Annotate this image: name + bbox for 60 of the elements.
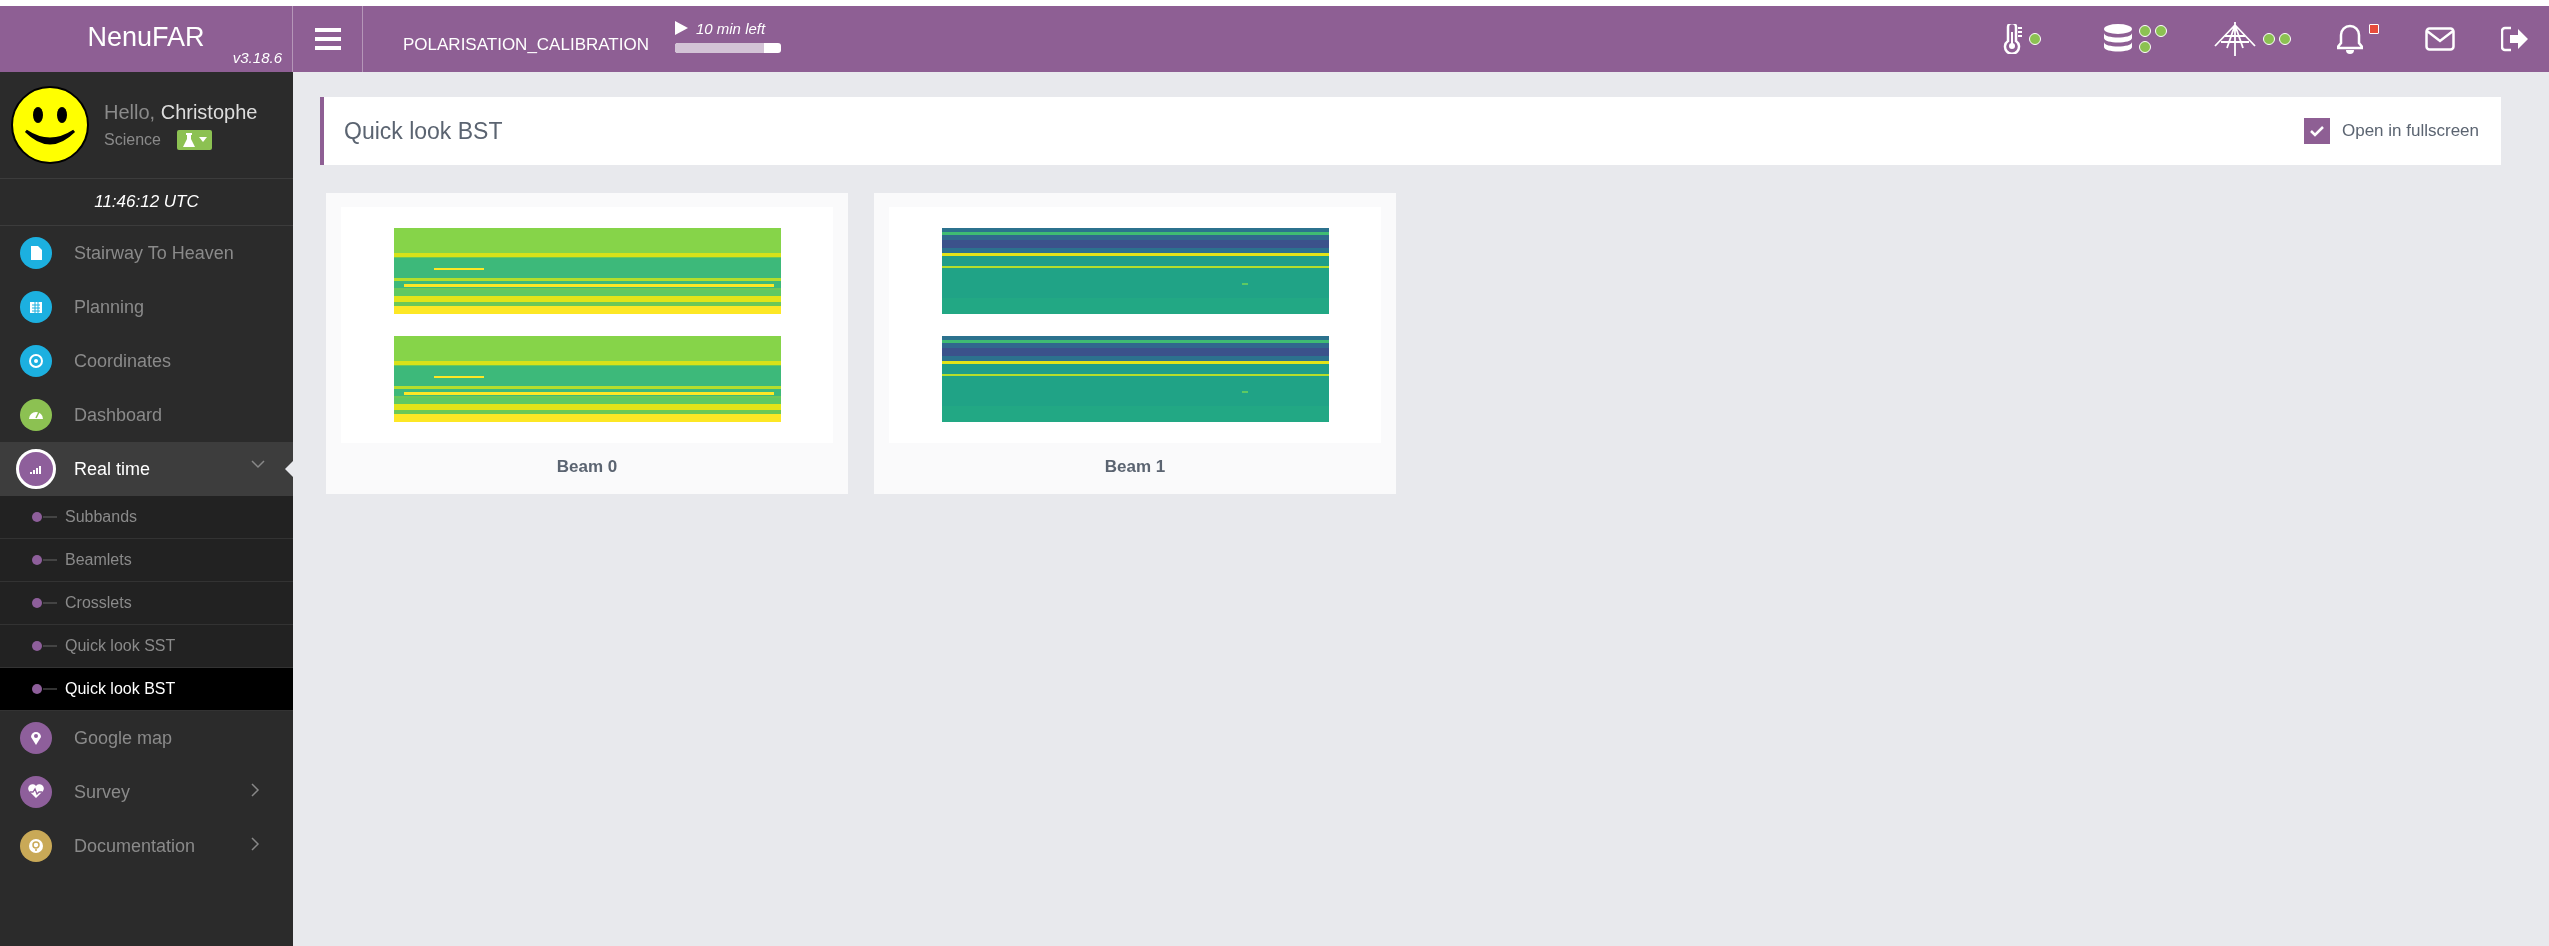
check-icon — [2309, 125, 2324, 137]
heartbeat-icon — [28, 784, 44, 800]
sidebar-label: Stairway To Heaven — [74, 242, 234, 264]
flask-icon — [181, 132, 196, 147]
submenu-label: Quick look SST — [65, 637, 176, 655]
role-label: Science — [104, 130, 161, 149]
submenu-item[interactable]: Subbands — [0, 496, 293, 539]
page-title: Quick look BST — [344, 117, 503, 145]
submenu-item[interactable]: Quick look SST — [0, 625, 293, 668]
sidebar-item[interactable]: Coordinates — [0, 334, 293, 388]
sidebar-label: Coordinates — [74, 350, 172, 372]
bell-icon[interactable] — [2337, 24, 2363, 54]
calendar-icon — [28, 299, 44, 315]
sidebar-item[interactable]: Stairway To Heaven — [0, 226, 293, 280]
submenu-label: Crosslets — [65, 594, 132, 612]
sidebar-label: Planning — [74, 296, 145, 318]
session-name: POLARISATION_CALIBRATION — [403, 35, 649, 55]
sidebar-item[interactable]: Dashboard — [0, 388, 293, 442]
antenna-icon[interactable] — [2213, 22, 2257, 56]
sidebar-label: Documentation — [74, 835, 196, 857]
bullet-icon — [31, 511, 57, 523]
play-icon — [674, 21, 688, 35]
caret-icon — [198, 137, 207, 142]
sidebar-label: Real time — [74, 458, 151, 480]
bullet-icon — [31, 683, 57, 695]
sidebar-label: Survey — [74, 781, 131, 803]
role-dropdown-button[interactable] — [176, 129, 212, 150]
submenu-label: Quick look BST — [65, 680, 176, 698]
sidebar-label: Google map — [74, 727, 173, 749]
submenu-label: Subbands — [65, 508, 138, 526]
thermometer-icon[interactable] — [2001, 24, 2023, 54]
greeting-text: Hello, Christophe — [104, 100, 258, 124]
brand-name: NenuFAR — [87, 21, 205, 53]
mail-icon[interactable] — [2425, 27, 2455, 51]
logout-icon[interactable] — [2501, 26, 2529, 52]
fullscreen-checkbox[interactable] — [2303, 118, 2330, 144]
help-icon — [28, 838, 44, 854]
map-pin-icon — [28, 730, 44, 746]
sidebar-label: Dashboard — [74, 404, 163, 426]
time-left-label: 10 min left — [695, 19, 766, 37]
bullet-icon — [31, 597, 57, 609]
menu-icon — [314, 27, 341, 51]
submenu-item[interactable]: Crosslets — [0, 582, 293, 625]
sidebar-item[interactable]: Survey — [0, 765, 293, 819]
document-icon — [28, 245, 44, 261]
version-label: v3.18.6 — [232, 49, 282, 66]
database-icon[interactable] — [2103, 24, 2133, 54]
submenu-item[interactable]: Beamlets — [0, 539, 293, 582]
checkbox-label: Open in fullscreen — [2341, 121, 2479, 141]
compass-icon — [28, 353, 44, 369]
beam-caption: Beam 1 — [1103, 457, 1167, 477]
sidebar-item[interactable]: Real time — [0, 442, 293, 496]
sidebar-item[interactable]: Google map — [0, 711, 293, 765]
bullet-icon — [31, 640, 57, 652]
bullet-icon — [31, 554, 57, 566]
submenu-item[interactable]: Quick look BST — [0, 668, 293, 711]
sidebar-item[interactable]: Documentation — [0, 819, 293, 873]
submenu-label: Beamlets — [65, 551, 132, 569]
beam-caption: Beam 0 — [555, 457, 619, 477]
sidebar-item[interactable]: Planning — [0, 280, 293, 334]
